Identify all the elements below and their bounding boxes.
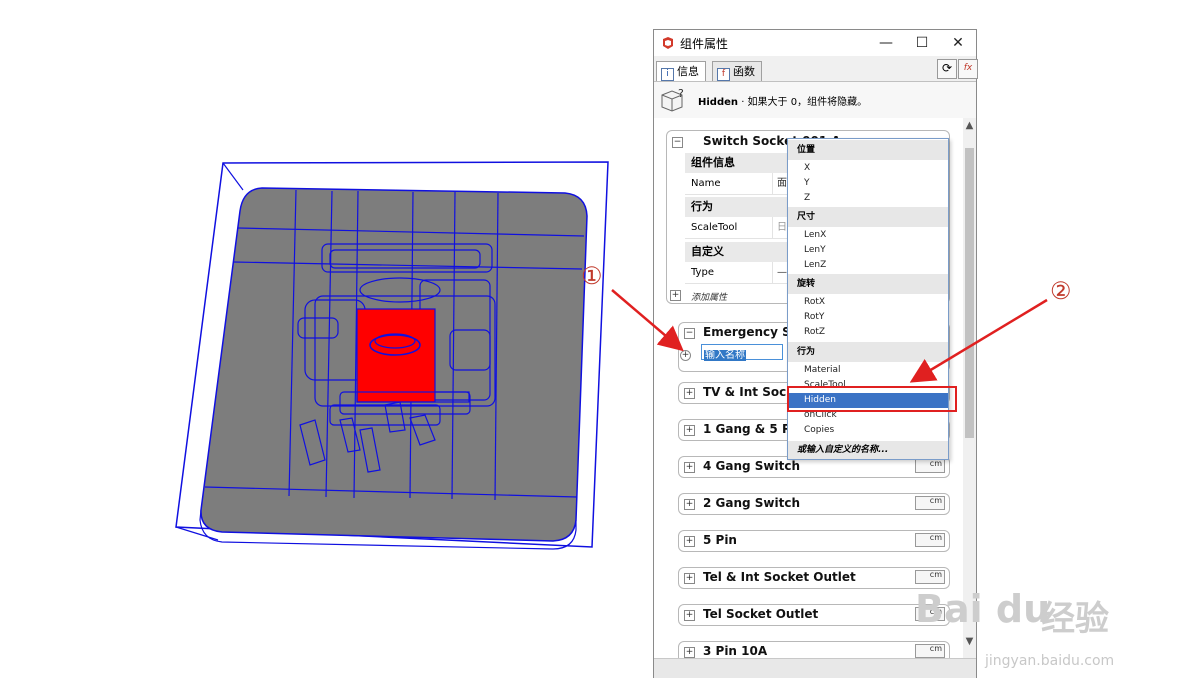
subcomponent-name: 4 Gang Switch [703,459,801,473]
dropdown-item-y[interactable]: Y [788,176,948,191]
subcomponent-name: Tel Socket Outlet [703,607,819,621]
subcomponent-tel-int-socket-outlet[interactable]: + Tel & Int Socket Outlet cm [678,567,950,589]
function-icon: f [717,68,730,81]
unit-button[interactable]: cm [915,459,945,473]
add-attribute-link[interactable]: 添加属性 [691,290,727,303]
add-attribute-icon[interactable]: + [670,290,681,301]
close-button[interactable]: ✕ [940,30,976,56]
attr-label-name: Name [685,173,773,195]
title-bar[interactable]: 组件属性 — ☐ ✕ [654,30,976,56]
info-bar: ? Hidden · 如果大于 0，组件将隐藏。 [654,81,976,119]
window-title: 组件属性 [680,37,729,51]
dropdown-item-rotz[interactable]: RotZ [788,325,948,340]
dropdown-group-size: 尺寸 [788,207,948,227]
subcomponent-5-pin[interactable]: + 5 Pin cm [678,530,950,552]
dropdown-group-behavior: 行为 [788,342,948,362]
dropdown-group-rotation: 旋转 [788,274,948,294]
hint-keyword: Hidden [698,97,739,108]
attribute-name-input[interactable]: 输入名称 [701,344,783,361]
expand-icon[interactable]: + [684,499,695,510]
tab-functions[interactable]: f 函数 [712,61,762,81]
dropdown-item-rotx[interactable]: RotX [788,295,948,310]
expand-icon[interactable]: + [684,536,695,547]
sketchup-app-icon [663,37,673,49]
unit-button[interactable]: cm [915,496,945,510]
expand-icon[interactable]: + [684,610,695,621]
tab-functions-label: 函数 [733,65,755,78]
dropdown-item-lenz[interactable]: LenZ [788,258,948,273]
svg-text:?: ? [678,87,684,100]
subcomponent-3-pin-10a[interactable]: + 3 Pin 10A cm [678,641,950,658]
expand-icon[interactable]: + [684,647,695,658]
subcomponent-name: 5 Pin [703,533,737,547]
dropdown-item-lenx[interactable]: LenX [788,228,948,243]
scroll-up-icon[interactable]: ▲ [963,120,976,132]
minimize-button[interactable]: — [868,30,904,56]
expand-icon[interactable]: + [684,573,695,584]
collapse-icon[interactable]: − [684,328,695,339]
subcomponent-name: 2 Gang Switch [703,496,801,510]
subcomponent-name: 3 Pin 10A [703,644,768,658]
dropdown-item-roty[interactable]: RotY [788,310,948,325]
watermark-logo: Bai du [915,587,1051,631]
add-attribute-icon[interactable]: + [680,350,691,361]
fx-icon[interactable]: fx [958,59,978,79]
refresh-icon[interactable]: ⟳ [937,59,957,79]
expand-icon[interactable]: + [684,388,695,399]
scroll-thumb[interactable] [965,148,974,438]
attribute-name-input-text: 输入名称 [704,350,746,361]
info-icon: i [661,68,674,81]
maximize-button[interactable]: ☐ [904,30,940,56]
component-cube-icon: ? [661,87,684,112]
baidu-watermark: Bai du 经验 jingyan.baidu.com [915,565,1155,685]
subcomponent-name: Tel & Int Socket Outlet [703,570,856,584]
attr-label-scaletool: ScaleTool [685,217,773,239]
subcomponent-2-gang-switch[interactable]: + 2 Gang Switch cm [678,493,950,515]
dropdown-group-position: 位置 [788,140,948,160]
dropdown-custom-name[interactable]: 或输入自定义的名称... [788,441,948,459]
dropdown-item-copies[interactable]: Copies [788,423,948,438]
collapse-icon[interactable]: − [672,137,683,148]
tab-info-label: 信息 [677,65,699,78]
attr-label-type: Type [685,262,773,284]
tab-info[interactable]: i 信息 [656,61,706,82]
watermark-title: 经验 [1041,599,1109,639]
annotation-highlight-box [787,386,957,412]
expand-icon[interactable]: + [684,425,695,436]
dropdown-item-leny[interactable]: LenY [788,243,948,258]
tab-bar: i 信息 f 函数 [654,56,976,82]
dropdown-item-z[interactable]: Z [788,191,948,206]
annotation-marker-2: ② [1050,277,1072,305]
expand-icon[interactable]: + [684,462,695,473]
model-viewport[interactable] [0,0,640,700]
subcomponent-tel-socket-outlet[interactable]: + Tel Socket Outlet cm [678,604,950,626]
dropdown-item-x[interactable]: X [788,161,948,176]
annotation-marker-1: ① [581,262,603,290]
unit-button[interactable]: cm [915,533,945,547]
dropdown-item-material[interactable]: Material [788,363,948,378]
watermark-url: jingyan.baidu.com [985,653,1115,669]
hint-description: · 如果大于 0，组件将隐藏。 [738,97,868,108]
hint-text: Hidden · 如果大于 0，组件将隐藏。 [698,93,867,108]
